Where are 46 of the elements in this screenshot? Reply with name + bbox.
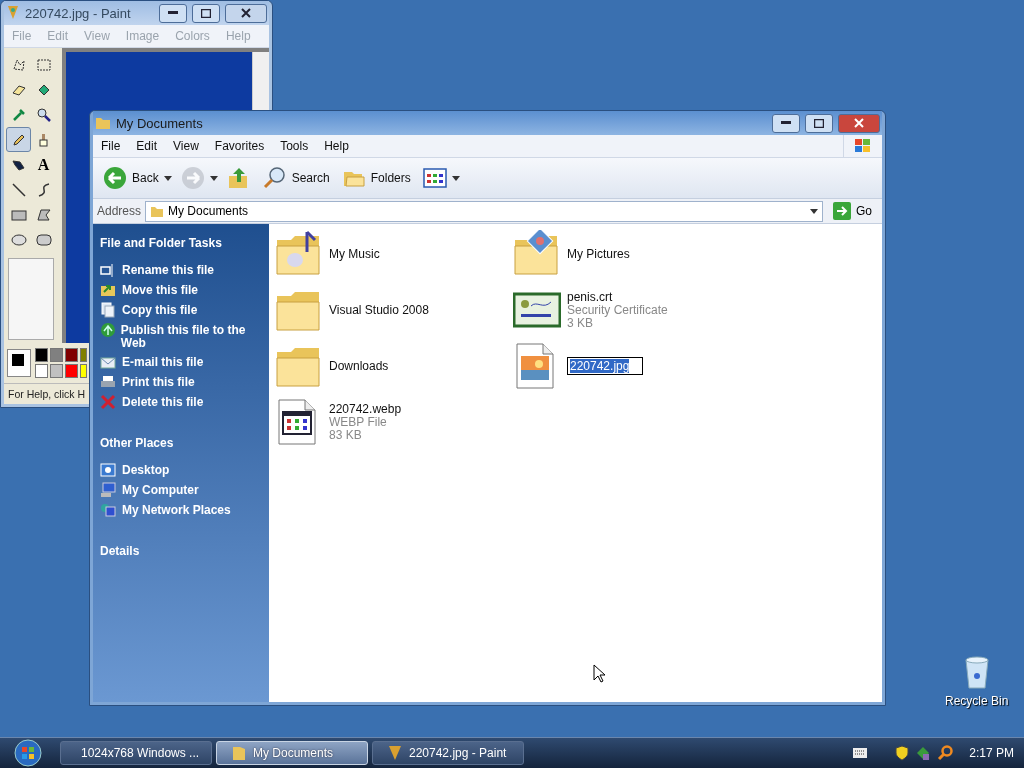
task-link[interactable]: Print this file [122,374,195,389]
file-type: WEBP File [329,415,387,429]
taskbar-button[interactable]: 1024x768 Windows ... [60,741,212,765]
file-name[interactable]: 220742.webp [329,402,402,416]
task-link[interactable]: Desktop [122,462,170,477]
section-title[interactable]: Other Places [100,436,262,450]
rename-field[interactable]: 220742.jpg [567,357,643,375]
task-link[interactable]: Delete this file [122,394,204,409]
file-name[interactable]: penis.crt [567,290,668,304]
menu-item[interactable]: File [93,139,129,153]
address-label: Address [97,204,142,218]
menu-item[interactable]: Edit [128,139,166,153]
task-link[interactable]: Rename this file [122,262,215,277]
task-link[interactable]: E-mail this file [122,354,204,369]
tool-button[interactable]: A [31,152,56,177]
menu-item[interactable]: Help [316,139,357,153]
text-tool-glyph: A [37,155,50,174]
file-size: 83 KB [329,428,363,442]
window-title: 220742.jpg - Paint [25,5,132,21]
menu-item[interactable]: View [165,139,207,153]
status-text: For Help, click H [8,388,85,400]
section-title[interactable]: Details [100,544,262,558]
file-size: 3 KB [567,316,593,330]
file-name[interactable]: Visual Studio 2008 [329,303,429,317]
file-name[interactable]: My Pictures [567,247,630,261]
taskbar-button[interactable]: My Documents [216,741,368,765]
task-link[interactable]: My Network Places [122,502,231,517]
task-link[interactable]: Copy this file [122,302,198,317]
search-button[interactable]: Search [258,164,334,192]
back-button[interactable]: Back [99,164,163,192]
task-link[interactable]: Move this file [122,282,198,297]
menu-item[interactable]: Tools [272,139,317,153]
file-name[interactable]: My Music [329,247,380,261]
file-type: Security Certificate [567,303,668,317]
menu-item[interactable]: Favorites [206,139,273,153]
desktop-icon-label: Recycle Bin [945,694,1009,708]
window-title: My Documents [116,115,204,131]
task-link[interactable]: Publish this file to the Web [120,322,262,350]
section-title[interactable]: File and Folder Tasks [100,236,262,250]
go-button[interactable]: Go [827,202,878,220]
folders-button[interactable]: Folders [337,164,415,192]
task-link[interactable]: My Computer [122,482,199,497]
taskbar-button[interactable]: 220742.jpg - Paint [372,741,524,765]
file-name[interactable]: Downloads [329,359,389,373]
clock[interactable]: 2:17 PM [969,746,1014,760]
address-field[interactable]: My Documents [145,200,823,222]
